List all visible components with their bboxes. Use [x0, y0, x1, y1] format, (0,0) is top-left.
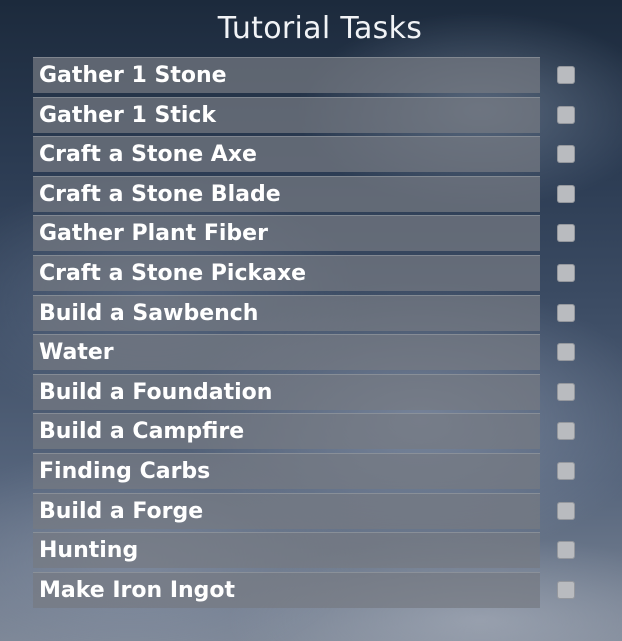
task-row: Make Iron Ingot [0, 571, 622, 612]
panel-title: Tutorial Tasks [217, 11, 423, 46]
task-label: Build a Forge [39, 498, 204, 524]
task-bar: Make Iron Ingot [33, 571, 540, 608]
task-bar: Build a Sawbench [33, 294, 540, 331]
task-row: Water [0, 334, 622, 374]
task-checkbox[interactable] [557, 382, 575, 401]
task-label: Make Iron Ingot [39, 577, 236, 603]
task-row: Build a Foundation [0, 373, 622, 414]
task-label: Craft a Stone Blade [39, 181, 281, 207]
task-checkbox[interactable] [557, 422, 575, 441]
task-bar: Water [33, 334, 540, 371]
task-checkbox[interactable] [557, 145, 575, 164]
task-bar: Build a Campfire [33, 413, 540, 450]
task-bar: Craft a Stone Pickaxe [33, 254, 540, 291]
task-label: Craft a Stone Axe [39, 142, 257, 168]
task-bar: Build a Foundation [33, 373, 540, 410]
task-row: Gather 1 Stone [0, 57, 622, 97]
task-checkbox[interactable] [557, 66, 575, 84]
task-label: Gather 1 Stone [39, 63, 227, 88]
task-row: Craft a Stone Blade [0, 175, 622, 216]
task-bar: Gather Plant Fiber [33, 215, 540, 252]
task-label: Build a Sawbench [39, 300, 259, 326]
task-list: Gather 1 Stone Gather 1 Stick Craft a St… [0, 57, 622, 611]
task-row: Build a Campfire [0, 413, 622, 453]
task-label: Water [39, 340, 114, 366]
task-row: Build a Sawbench [0, 294, 622, 335]
task-label: Gather Plant Fiber [39, 221, 268, 247]
task-checkbox[interactable] [557, 580, 575, 599]
task-row: Gather Plant Fiber [0, 215, 622, 255]
task-row: Build a Forge [0, 492, 622, 533]
task-bar: Finding Carbs [33, 452, 540, 489]
task-checkbox[interactable] [557, 461, 575, 480]
task-checkbox[interactable] [557, 501, 575, 520]
task-label: Craft a Stone Pickaxe [39, 260, 307, 286]
task-bar: Craft a Stone Blade [33, 175, 540, 212]
task-checkbox[interactable] [557, 541, 575, 560]
task-checkbox[interactable] [557, 224, 575, 243]
task-label: Hunting [39, 538, 139, 564]
task-checkbox[interactable] [557, 303, 575, 322]
task-label: Build a Foundation [39, 379, 273, 405]
task-bar: Craft a Stone Axe [33, 136, 540, 173]
task-label: Finding Carbs [39, 458, 211, 484]
task-bar: Hunting [33, 532, 540, 569]
task-bar: Build a Forge [33, 492, 540, 529]
task-row: Craft a Stone Axe [0, 136, 622, 176]
task-row: Finding Carbs [0, 452, 622, 493]
task-checkbox[interactable] [557, 184, 575, 203]
task-checkbox[interactable] [557, 343, 575, 362]
task-row: Craft a Stone Pickaxe [0, 254, 622, 295]
task-row: Gather 1 Stick [0, 96, 622, 137]
task-bar: Gather 1 Stone [33, 57, 540, 93]
task-checkbox[interactable] [557, 263, 575, 282]
task-label: Gather 1 Stick [39, 102, 217, 128]
task-label: Build a Campfire [39, 419, 245, 445]
task-checkbox[interactable] [557, 105, 575, 124]
task-bar: Gather 1 Stick [33, 96, 540, 133]
task-row: Hunting [0, 532, 622, 572]
